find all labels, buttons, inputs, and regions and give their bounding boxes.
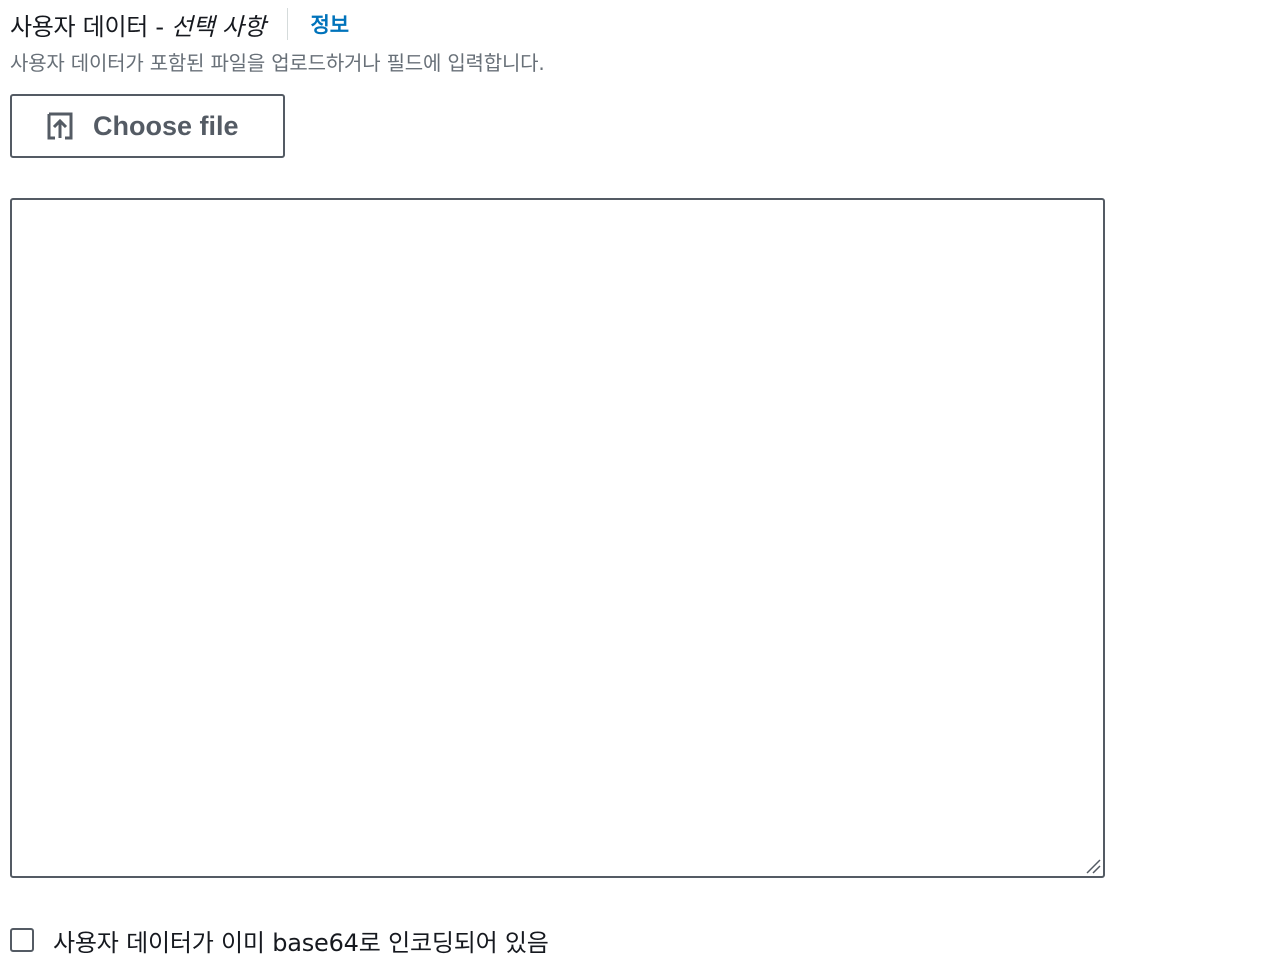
resize-handle-icon[interactable] [1085,858,1101,874]
user-data-textarea[interactable] [10,198,1105,878]
base64-checkbox[interactable] [10,928,34,952]
base64-checkbox-row[interactable]: 사용자 데이터가 이미 base64로 인코딩되어 있음 [10,920,549,960]
field-label-main: 사용자 데이터 - [10,12,172,41]
base64-checkbox-label[interactable]: 사용자 데이터가 이미 base64로 인코딩되어 있음 [53,923,549,958]
choose-file-label: Choose file [93,110,239,141]
choose-file-button[interactable]: Choose file [10,94,285,158]
field-label-optional: 선택 사항 [171,12,266,41]
user-data-form-field: 사용자 데이터 - 선택 사항 정보 사용자 데이터가 포함된 파일을 업로드하… [0,0,1278,980]
field-description: 사용자 데이터가 포함된 파일을 업로드하거나 필드에 입력합니다. [10,51,545,75]
upload-icon [45,111,75,141]
field-label: 사용자 데이터 - 선택 사항 [10,7,266,42]
info-divider [287,8,289,40]
user-data-textarea-container [10,198,1105,878]
info-link[interactable]: 정보 [310,9,349,39]
field-label-row: 사용자 데이터 - 선택 사항 정보 [10,6,349,42]
